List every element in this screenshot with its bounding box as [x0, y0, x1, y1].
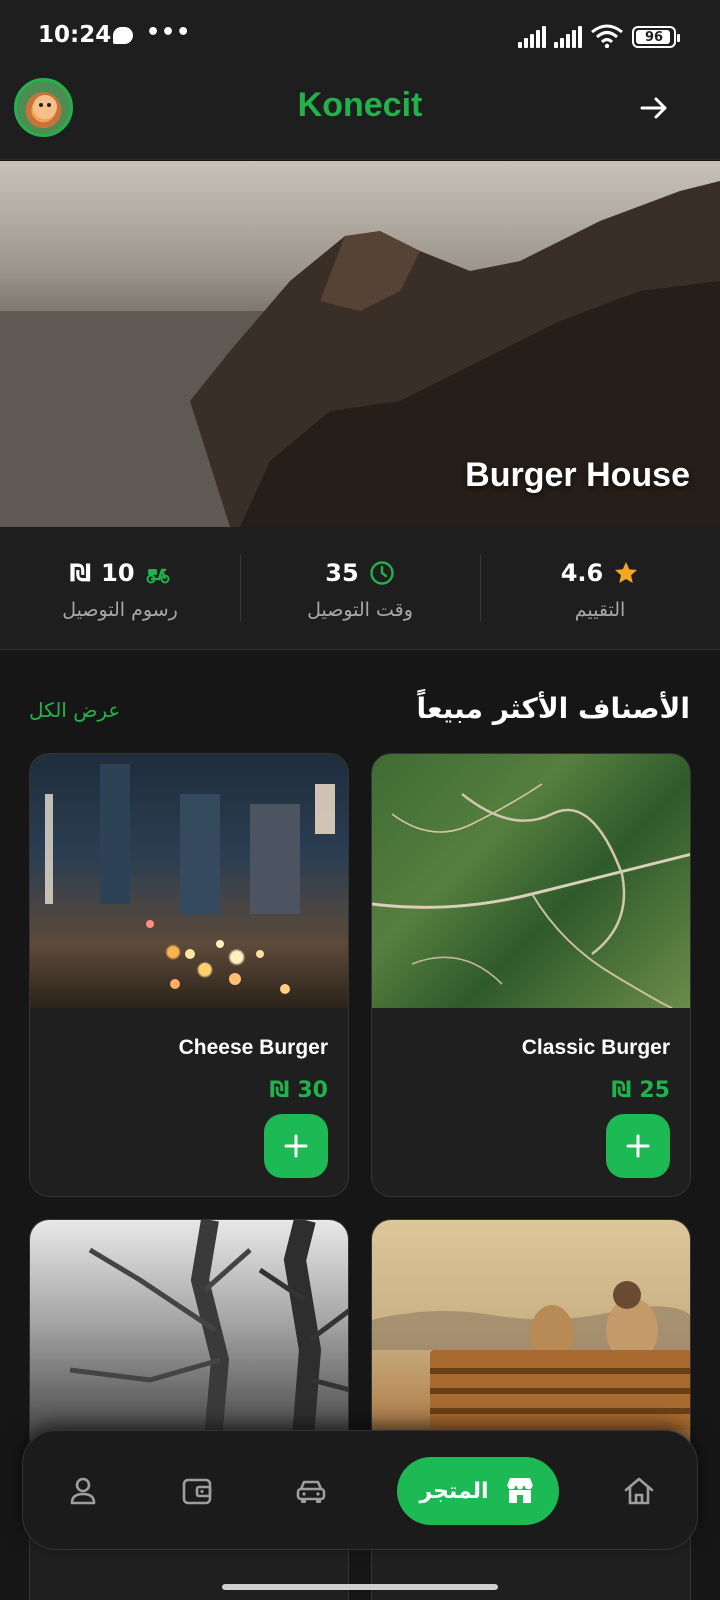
user-icon	[70, 1477, 96, 1505]
arrow-right-icon[interactable]	[638, 92, 670, 124]
delivery-fee-stat: ₪ 10 رسوم التوصيل	[0, 527, 240, 649]
signal-icon	[518, 26, 546, 48]
product-name: Classic Burger	[521, 1036, 670, 1059]
product-card[interactable]: Cheese Burger ₪ 30	[29, 753, 349, 1197]
nav-wallet[interactable]	[177, 1471, 217, 1511]
product-price: ₪ 30	[269, 1078, 328, 1103]
nav-home[interactable]	[619, 1471, 659, 1511]
app-header: Konecit	[0, 72, 720, 160]
currency-symbol: ₪	[269, 1078, 290, 1103]
wallet-icon	[182, 1478, 212, 1505]
aerial-landscape-image	[372, 783, 690, 1009]
plus-icon	[284, 1134, 308, 1158]
product-name: Cheese Burger	[178, 1036, 328, 1059]
car-icon	[296, 1480, 326, 1503]
product-image	[372, 754, 690, 1009]
currency-symbol: ₪	[611, 1078, 632, 1103]
chat-notification-icon	[113, 27, 133, 44]
star-icon	[615, 562, 638, 583]
view-all-link[interactable]: عرض الكل	[29, 698, 120, 722]
restaurant-stats: ₪ 10 رسوم التوصيل 35 وقت التوصيل 4.6 الت…	[0, 527, 720, 650]
nav-rides[interactable]	[291, 1471, 331, 1511]
add-to-cart-button[interactable]	[264, 1114, 328, 1178]
price-value: 25	[639, 1078, 670, 1103]
scooter-icon	[146, 568, 170, 584]
plus-icon	[626, 1134, 650, 1158]
rating-stat: 4.6 التقييم	[480, 527, 720, 649]
battery-icon: 96	[632, 26, 680, 48]
delivery-time-stat: 35 وقت التوصيل	[240, 527, 480, 649]
home-indicator[interactable]	[222, 1584, 498, 1590]
status-time: 10:24	[38, 22, 112, 48]
price-value: 30	[297, 1078, 328, 1103]
nav-store-label: المتجر	[419, 1478, 489, 1504]
wifi-icon	[591, 24, 623, 48]
restaurant-name: Burger House	[465, 456, 690, 494]
product-image	[30, 754, 348, 1008]
battery-level: 96	[644, 29, 664, 45]
status-bar: 10:24 ••• 96	[0, 0, 720, 72]
rating-value: 4.6	[560, 559, 604, 587]
product-price: ₪ 25	[611, 1078, 670, 1103]
bottom-navigation: المتجر	[22, 1430, 698, 1550]
delivery-time-value: 35	[325, 559, 359, 587]
signal-icon-2	[554, 26, 582, 48]
rating-label: التقييم	[574, 599, 626, 621]
delivery-fee-label: رسوم التوصيل	[62, 599, 178, 621]
more-notifications-icon: •••	[146, 20, 192, 45]
delivery-time-label: وقت التوصيل	[307, 599, 413, 621]
product-card[interactable]: Classic Burger ₪ 25	[371, 753, 691, 1197]
home-icon	[624, 1477, 654, 1505]
delivery-fee-value: 10	[101, 559, 135, 587]
nav-store[interactable]: المتجر	[397, 1457, 559, 1525]
city-night-image	[45, 764, 335, 994]
restaurant-hero-image: Burger House	[0, 161, 720, 527]
store-icon	[505, 1478, 534, 1503]
add-to-cart-button[interactable]	[606, 1114, 670, 1178]
app-title: Konecit	[297, 86, 423, 124]
clock-icon	[370, 561, 394, 585]
best-sellers-title: الأصناف الأكثر مبيعاً	[416, 692, 690, 725]
currency-symbol: ₪	[69, 559, 92, 587]
nav-profile[interactable]	[63, 1471, 103, 1511]
